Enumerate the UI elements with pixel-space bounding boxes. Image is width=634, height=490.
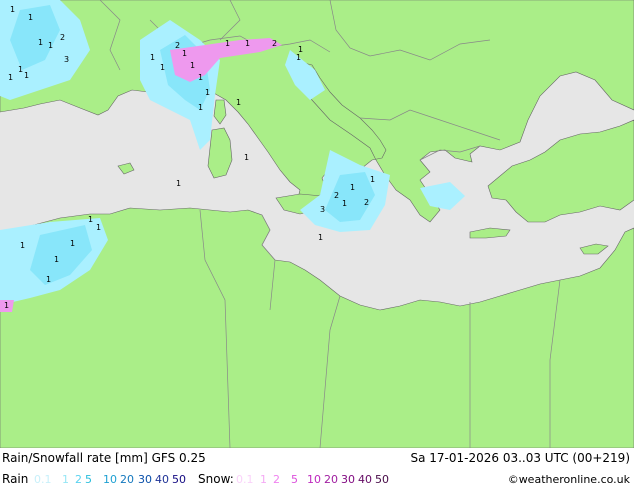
map-value-label: 1 [370,175,375,184]
map-value-label: 1 [318,233,323,242]
map-value-label: 1 [4,301,9,310]
snow-legend-value: 10 [307,473,321,486]
map-value-label: 1 [198,73,203,82]
map-value-label: 1 [28,13,33,22]
map-value-label: 1 [48,41,53,50]
map-value-label: 1 [38,38,43,47]
map-value-label: 1 [96,223,101,232]
map-value-label: 3 [320,205,325,214]
map-value-label: 1 [205,88,210,97]
map-value-label: 1 [150,53,155,62]
map-value-label: 1 [198,103,203,112]
snow-legend-value: 20 [324,473,338,486]
snow-legend-value: 40 [358,473,372,486]
rain-legend-value: 40 [155,473,169,486]
map-value-label: 1 [18,65,23,74]
map-value-label: 1 [182,49,187,58]
map-value-label: 1 [160,63,165,72]
rain-legend-value: 2 [75,473,82,486]
snow-legend-value: 50 [375,473,389,486]
credit-link[interactable]: ©weatheronline.co.uk [508,469,630,490]
map-value-label: 1 [244,153,249,162]
snow-legend-value: 30 [341,473,355,486]
map-value-label: 1 [342,199,347,208]
map-value-label: 2 [334,191,339,200]
rain-legend-value: 50 [172,473,186,486]
map-value-label: 2 [175,41,180,50]
snow-legend-value: 1 [260,473,267,486]
map-value-label: 1 [236,98,241,107]
footer-row-top: Rain/Snowfall rate [mm] GFS 0.25 Sa 17-0… [0,448,634,469]
rain-legend-value: 5 [85,473,92,486]
map-value-label: 1 [8,73,13,82]
rain-legend-value: 0.1 [34,473,52,486]
map-value-label: 1 [46,275,51,284]
map-value-label: 1 [176,179,181,188]
rain-legend-label: Rain [2,472,29,486]
map-value-label: 1 [296,53,301,62]
map-value-label: 1 [350,183,355,192]
map-value-label: 1 [245,39,250,48]
footer-row-legend: Rain 0.1 1 2 5 10 20 30 40 50 Snow: 0.1 … [0,469,634,490]
map-value-label: 1 [88,215,93,224]
map-value-label: 1 [20,241,25,250]
map-value-label: 1 [24,71,29,80]
map-value-label: 1 [225,39,230,48]
map-value-label: 1 [70,239,75,248]
snow-legend-label: Snow: [198,472,234,486]
map-datetime: Sa 17-01-2026 03..03 UTC (00+219) [410,451,630,465]
rain-legend-value: 1 [62,473,69,486]
precipitation-map: 111 123111112111111 1 21111132111211111111 [0,0,634,448]
map-value-label: 2 [272,39,277,48]
map-value-label: 1 [10,5,15,14]
map-value-label: 1 [190,61,195,70]
rain-legend-value: 30 [138,473,152,486]
snow-legend-value: 2 [273,473,280,486]
footer: Rain/Snowfall rate [mm] GFS 0.25 Sa 17-0… [0,448,634,490]
snow-legend-value: 0.1 [236,473,254,486]
map-value-label: 2 [364,198,369,207]
snow-legend-value: 5 [291,473,298,486]
rain-legend-value: 20 [120,473,134,486]
map-title: Rain/Snowfall rate [mm] GFS 0.25 [2,451,206,465]
rain-legend-value: 10 [103,473,117,486]
map-value-label: 1 [54,255,59,264]
map-value-label: 2 [60,33,65,42]
map-value-label: 3 [64,55,69,64]
